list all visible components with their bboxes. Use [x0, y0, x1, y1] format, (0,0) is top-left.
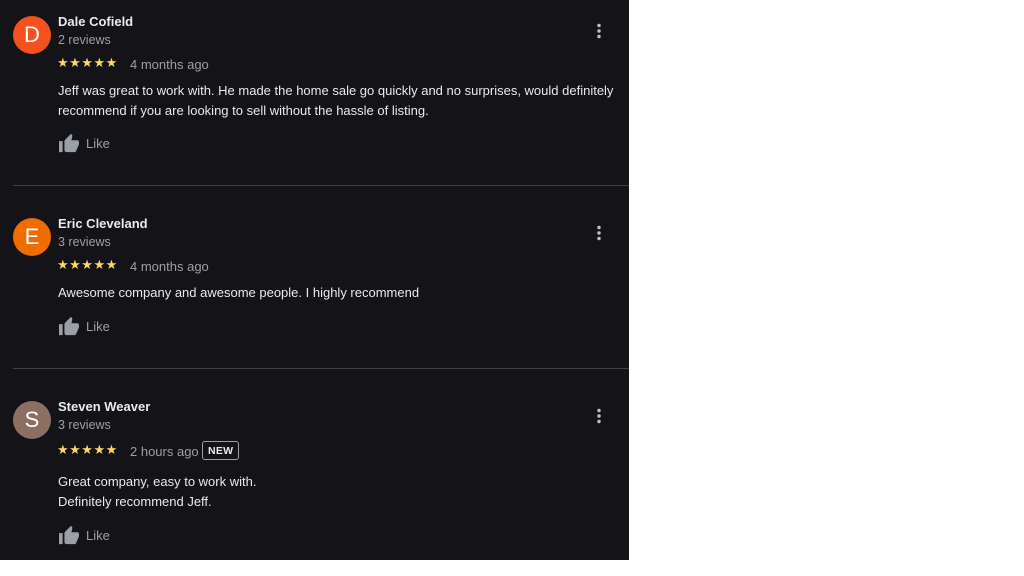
avatar[interactable]: S [13, 401, 51, 439]
star-rating: ★★★★★ [57, 55, 118, 70]
review-text-line: Definitely recommend Jeff. [58, 493, 212, 509]
like-button[interactable]: Like [58, 315, 110, 337]
review-text-line: Great company, easy to work with. [58, 474, 257, 489]
thumbs-up-icon [58, 525, 80, 545]
like-button[interactable]: Like [58, 524, 110, 546]
reviewer-name[interactable]: Steven Weaver [58, 399, 150, 414]
thumbs-up-icon [58, 133, 80, 153]
review-card: E Eric Cleveland 3 reviews ★★★★★ 4 month… [0, 186, 629, 368]
more-vert-icon [588, 408, 610, 431]
more-options-button[interactable] [588, 20, 610, 42]
like-button[interactable]: Like [58, 132, 110, 154]
star-rating: ★★★★★ [57, 442, 118, 457]
avatar[interactable]: D [13, 16, 51, 54]
more-vert-icon [588, 225, 610, 248]
more-options-button[interactable] [588, 405, 610, 427]
avatar[interactable]: E [13, 218, 51, 256]
review-text-line: Jeff was great to work with. He made the… [58, 83, 614, 98]
review-card: D Dale Cofield 2 reviews ★★★★★ 4 months … [0, 0, 629, 185]
more-options-button[interactable] [588, 222, 610, 244]
thumbs-up-icon [58, 316, 80, 336]
new-badge: NEW [202, 441, 240, 460]
review-time: 2 hours ago [130, 444, 199, 459]
star-rating: ★★★★★ [57, 257, 118, 272]
like-label: Like [86, 135, 110, 151]
review-text: Awesome company and awesome people. I hi… [58, 283, 618, 303]
review-count: 2 reviews [58, 33, 111, 47]
review-text-line: recommend if you are looking to sell wit… [58, 102, 429, 118]
review-text: Great company, easy to work with. Defini… [58, 472, 618, 511]
review-text: Jeff was great to work with. He made the… [58, 81, 618, 120]
review-text-line: Awesome company and awesome people. I hi… [58, 285, 420, 300]
like-label: Like [86, 318, 110, 334]
review-time: 4 months ago [130, 259, 209, 274]
reviews-panel: D Dale Cofield 2 reviews ★★★★★ 4 months … [0, 0, 629, 560]
review-card: S Steven Weaver 3 reviews ★★★★★ 2 hours … [0, 369, 629, 560]
review-count: 3 reviews [58, 418, 111, 432]
reviewer-name[interactable]: Eric Cleveland [58, 216, 148, 231]
reviewer-name[interactable]: Dale Cofield [58, 14, 133, 29]
like-label: Like [86, 527, 110, 543]
review-count: 3 reviews [58, 235, 111, 249]
more-vert-icon [588, 23, 610, 46]
review-time: 4 months ago [130, 57, 209, 72]
